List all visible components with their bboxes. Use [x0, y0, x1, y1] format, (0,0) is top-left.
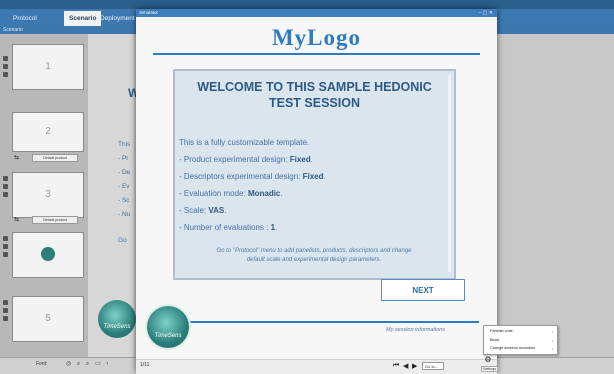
- main-pane-header: [88, 26, 136, 34]
- welcome-title: WELCOME TO THIS SAMPLE HEDONIC TEST SESS…: [197, 80, 432, 110]
- simulator-titlebar: Simulator – ▢ ✕: [136, 9, 497, 17]
- tab-protocol[interactable]: Protocol: [8, 11, 42, 26]
- chevron-right-icon: ›: [551, 346, 553, 351]
- slide-thumb-5[interactable]: 5: [12, 296, 84, 342]
- zoom-tools[interactable]: ◎ ⌕ ⌕ ▭ ›: [66, 360, 110, 368]
- settings-tooltip: Settings: [481, 366, 498, 372]
- page-counter: 1/11: [140, 362, 150, 368]
- gear-icon[interactable]: ⚙: [481, 355, 495, 365]
- design-select[interactable]: Default product: [32, 216, 78, 224]
- info-item: - Scale: VAS.: [179, 206, 227, 215]
- bg-lines: This - Pr - De - Ev - Sc - Nu Go: [118, 141, 131, 244]
- slide-number: 5: [45, 313, 51, 324]
- info-item: - Product experimental design: Fixed.: [179, 155, 313, 164]
- next-page-icon[interactable]: ▶: [412, 362, 417, 370]
- properties-pane: [497, 34, 614, 359]
- design-select[interactable]: Default product: [32, 154, 78, 162]
- swap-arrows-icon[interactable]: ⇆: [14, 216, 19, 223]
- slide-tools[interactable]: [3, 56, 9, 80]
- slide-number: 1: [45, 61, 51, 72]
- timesens-logo-bg: TimeSens: [98, 300, 136, 338]
- font-label: Font:: [36, 361, 48, 367]
- slide-number: 2: [45, 126, 51, 137]
- chevron-right-icon: ›: [551, 329, 553, 334]
- simulator-title: Simulator: [139, 10, 159, 15]
- slide-thumb-2[interactable]: 2: [12, 112, 84, 152]
- previous-page-icon[interactable]: ◀: [403, 362, 408, 370]
- scrollbar[interactable]: [448, 75, 451, 272]
- slide-thumb-4[interactable]: [12, 232, 84, 278]
- simulator-footer: 1/11 ⏮ ◀ ▶ Go to...: [136, 359, 497, 374]
- scenario-pane-header: Scenario: [0, 26, 88, 34]
- next-button[interactable]: NEXT: [381, 279, 465, 301]
- divider: [182, 321, 479, 323]
- menu-item-block[interactable]: Block: [490, 338, 499, 342]
- slide-thumb-1[interactable]: 1: [12, 44, 84, 90]
- settings-menu: Panelist code › Block › Change screens r…: [483, 325, 558, 355]
- brand-logo: MyLogo: [271, 25, 362, 50]
- right-pane-header: [497, 26, 614, 34]
- info-item: - Number of evaluations : 1.: [179, 223, 278, 232]
- slide-tools[interactable]: [3, 300, 9, 324]
- menu-item-change-resolution[interactable]: Change screens resolution: [490, 346, 535, 350]
- slide-tools[interactable]: [3, 176, 9, 200]
- info-item: - Descriptors experimental design: Fixed…: [179, 172, 326, 181]
- timesens-logo: TimeSens: [147, 306, 189, 348]
- welcome-panel: WELCOME TO THIS SAMPLE HEDONIC TEST SESS…: [173, 69, 456, 280]
- divider: [153, 53, 480, 55]
- slide-number: 3: [45, 189, 51, 200]
- slide-tools[interactable]: [3, 236, 9, 260]
- window-controls[interactable]: – ▢ ✕: [479, 9, 493, 17]
- timesens-icon: [41, 247, 55, 261]
- app-titlebar: [0, 0, 614, 9]
- intro-text: This is a fully customizable template.: [179, 138, 310, 147]
- hint-text: Go to "Protocol" menu to add panelists, …: [216, 248, 412, 263]
- chevron-right-icon: ›: [551, 338, 553, 343]
- goto-select[interactable]: Go to...: [422, 362, 444, 370]
- simulator-window: Simulator – ▢ ✕ MyLogo WELCOME TO THIS S…: [136, 9, 497, 374]
- info-item: - Evaluation mode: Monadic.: [179, 189, 283, 198]
- menu-item-panelist-code[interactable]: Panelist code: [490, 329, 513, 333]
- tab-deployment[interactable]: Deployment: [95, 11, 140, 26]
- swap-arrows-icon[interactable]: ⇆: [14, 154, 19, 161]
- session-info-link[interactable]: My session informations: [386, 327, 466, 333]
- slide-thumb-3[interactable]: 3: [12, 172, 84, 218]
- slides-pane: 1 2 ⇆ Default product 3 ⇆ Default produc…: [0, 34, 88, 357]
- first-page-icon[interactable]: ⏮: [393, 362, 399, 370]
